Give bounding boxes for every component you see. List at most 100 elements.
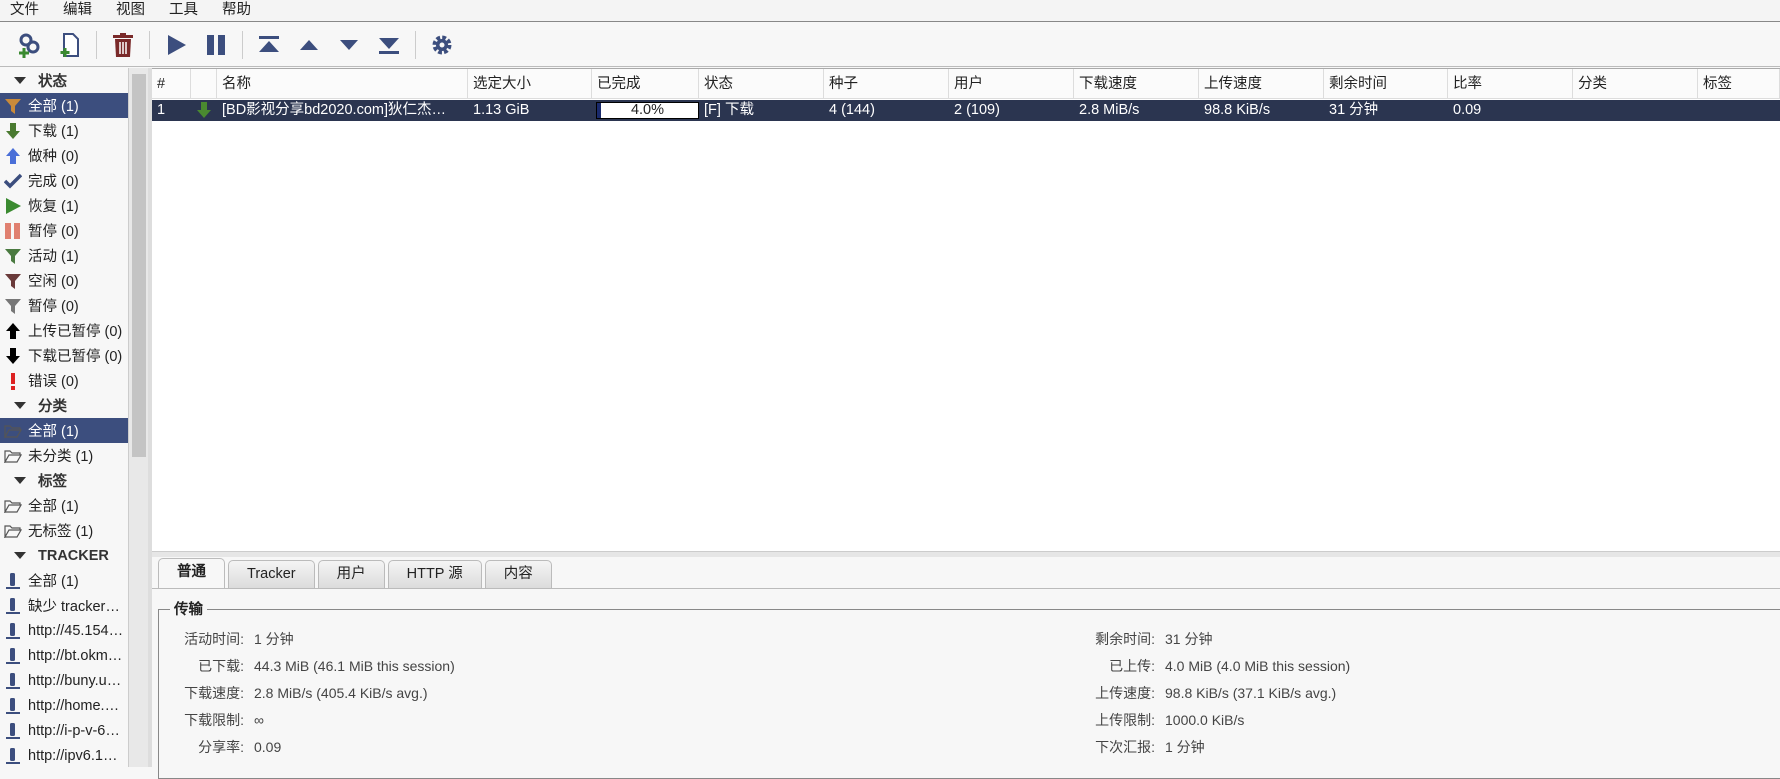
collapse-arrow-icon[interactable] <box>14 402 26 409</box>
column-header-10[interactable]: 剩余时间 <box>1324 69 1448 99</box>
status-filter-1[interactable]: 下载 (1) <box>0 118 128 143</box>
increase-priority-button[interactable] <box>289 27 329 63</box>
bottom-priority-button[interactable] <box>369 27 409 63</box>
status-filter-10[interactable]: 下载已暂停 (0) <box>0 343 128 368</box>
status-filter-0[interactable]: 全部 (1) <box>0 93 128 118</box>
column-header-9[interactable]: 上传速度 <box>1199 69 1324 99</box>
status-filter-7[interactable]: 空闲 (0) <box>0 268 128 293</box>
tracker-filter-0-label: 全部 (1) <box>28 574 79 590</box>
tab-4[interactable]: 内容 <box>484 560 552 588</box>
category-filter-0[interactable]: 全部 (1) <box>0 418 128 443</box>
tab-3[interactable]: HTTP 源 <box>387 560 482 588</box>
menu-0[interactable]: 文件 <box>0 0 53 21</box>
column-header-6[interactable]: 种子 <box>824 69 949 99</box>
status-filter-2-label: 做种 (0) <box>28 149 79 165</box>
tag-filter-0[interactable]: 全部 (1) <box>0 493 128 518</box>
menu-3[interactable]: 工具 <box>159 0 212 21</box>
status-filter-3[interactable]: 完成 (0) <box>0 168 128 193</box>
menu-4[interactable]: 帮助 <box>212 0 265 21</box>
pause-button[interactable] <box>196 27 236 63</box>
status-filter-8[interactable]: 暂停 (0) <box>0 293 128 318</box>
status-filter-11-label: 错误 (0) <box>28 374 79 390</box>
top-priority-button[interactable] <box>249 27 289 63</box>
collapse-arrow-icon[interactable] <box>14 77 26 84</box>
tracker-filter-0[interactable]: 全部 (1) <box>0 568 128 593</box>
tags-section[interactable]: 标签 <box>0 468 128 493</box>
progress-text: 4.0% <box>630 102 665 118</box>
menu-2[interactable]: 视图 <box>106 0 159 21</box>
tracker-filter-5[interactable]: http://home.… <box>0 693 128 718</box>
progress-bar: 4.0% <box>596 102 699 119</box>
column-header-11[interactable]: 比率 <box>1448 69 1573 99</box>
status-filter-11[interactable]: 错误 (0) <box>0 368 128 393</box>
tab-0[interactable]: 普通 <box>158 558 225 588</box>
transfer-right-0: 剩余时间: 31 分钟 <box>1075 629 1212 649</box>
scrollbar-thumb[interactable] <box>132 74 146 457</box>
resume-button[interactable] <box>156 27 196 63</box>
column-header-2[interactable]: 名称 <box>217 69 468 99</box>
column-header-1[interactable] <box>191 69 217 99</box>
move-up-icon <box>300 39 318 50</box>
status-filter-6[interactable]: 活动 (1) <box>0 243 128 268</box>
status-filter-2[interactable]: 做种 (0) <box>0 143 128 168</box>
column-header-0[interactable]: # <box>152 69 191 99</box>
tracker-filter-6[interactable]: http://i-p-v-6… <box>0 718 128 743</box>
column-header-13[interactable]: 标签 <box>1698 69 1780 99</box>
status-filter-9[interactable]: 上传已暂停 (0) <box>0 318 128 343</box>
collapse-arrow-icon[interactable] <box>14 477 26 484</box>
tracker-filter-3[interactable]: http://bt.okm… <box>0 643 128 668</box>
status-filter-8-label: 暂停 (0) <box>28 299 79 315</box>
category-section[interactable]: 分类 <box>0 393 128 418</box>
add-link-button[interactable] <box>10 27 50 63</box>
status-filter-4[interactable]: 恢复 (1) <box>0 193 128 218</box>
field-value: 98.8 KiB/s (37.1 KiB/s avg.) <box>1165 685 1337 701</box>
check-icon <box>2 171 24 191</box>
trash-icon <box>113 32 133 57</box>
status-filter-7-label: 空闲 (0) <box>28 274 79 290</box>
collapse-arrow-icon[interactable] <box>14 552 26 559</box>
play-icon <box>2 196 24 216</box>
tracker-filter-2[interactable]: http://45.154… <box>0 618 128 643</box>
folder-icon <box>2 421 24 441</box>
arrow-down-icon <box>2 346 24 366</box>
column-header-8[interactable]: 下载速度 <box>1074 69 1199 99</box>
column-header-7[interactable]: 用户 <box>949 69 1074 99</box>
options-button[interactable] <box>422 27 462 63</box>
status-filter-5[interactable]: 暂停 (0) <box>0 218 128 243</box>
delete-button[interactable] <box>103 27 143 63</box>
tag-filter-1[interactable]: 无标签 (1) <box>0 518 128 543</box>
table-row[interactable]: 1 [BD影视分享bd2020.com]狄仁杰… 1.13 GiB 4.0% [… <box>152 100 1780 121</box>
field-value: 0.09 <box>254 739 282 755</box>
tracker-icon <box>2 621 24 641</box>
status-section[interactable]: 状态 <box>0 68 128 93</box>
sidebar-scrollbar[interactable] <box>128 68 148 767</box>
column-header-12[interactable]: 分类 <box>1573 69 1698 99</box>
field-label: 下载限制: <box>184 712 244 728</box>
tracker-filter-4[interactable]: http://buny.u… <box>0 668 128 693</box>
field-label: 已下载: <box>198 658 244 674</box>
gear-icon <box>432 35 452 54</box>
field-value: 1 分钟 <box>254 631 294 647</box>
decrease-priority-button[interactable] <box>329 27 369 63</box>
menu-1[interactable]: 编辑 <box>53 0 106 21</box>
column-header-5[interactable]: 状态 <box>699 69 824 99</box>
add-file-button[interactable] <box>50 27 90 63</box>
link-add-icon <box>19 33 40 58</box>
field-label: 下次汇报: <box>1095 739 1155 755</box>
field-value: 1 分钟 <box>1165 739 1205 755</box>
tracker-section[interactable]: TRACKER <box>0 543 128 568</box>
filter-icon <box>2 96 24 116</box>
tracker-filter-7[interactable]: http://ipv6.1… <box>0 743 128 767</box>
tracker-icon <box>2 571 24 591</box>
move-top-icon <box>259 35 279 52</box>
tab-1[interactable]: Tracker <box>228 560 315 588</box>
torrent-peers: 2 (109) <box>954 102 1000 118</box>
tab-2[interactable]: 用户 <box>317 560 385 588</box>
download-speed: 2.8 MiB/s <box>1079 102 1140 118</box>
torrent-size: 1.13 GiB <box>473 102 530 118</box>
status-section-label: 状态 <box>38 74 67 90</box>
column-header-3[interactable]: 选定大小 <box>468 69 592 99</box>
column-header-4[interactable]: 已完成 <box>592 69 699 99</box>
category-filter-1[interactable]: 未分类 (1) <box>0 443 128 468</box>
tracker-filter-1[interactable]: 缺少 tracker… <box>0 593 128 618</box>
